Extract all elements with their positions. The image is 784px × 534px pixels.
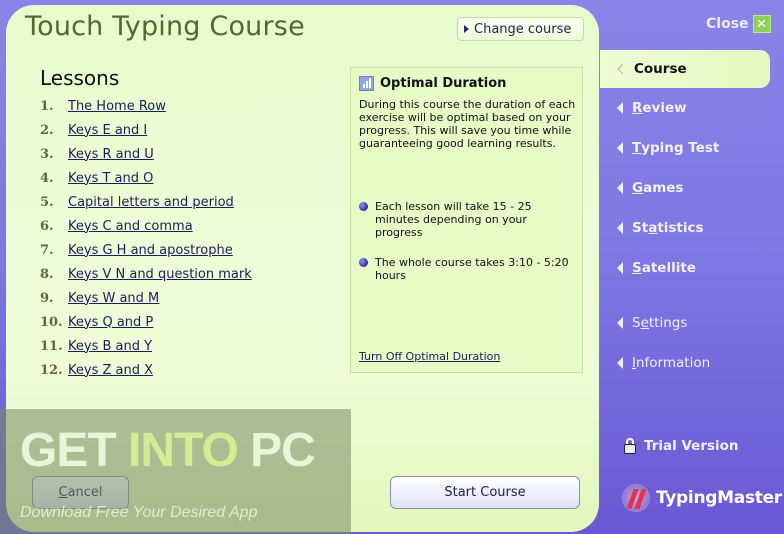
lesson-link[interactable]: Keys C and comma	[68, 219, 193, 234]
triangle-left-icon	[617, 182, 623, 194]
lesson-link[interactable]: Keys T and O	[68, 171, 153, 186]
sidebar-item-settings[interactable]: Se ttings	[600, 304, 770, 342]
lesson-link[interactable]: Keys V N and question mark	[68, 267, 252, 282]
sidebar-item-review[interactable]: Review	[600, 89, 770, 127]
sidebar-item-label: Course	[634, 61, 687, 77]
lesson-item: 12. Keys Z and X	[40, 358, 252, 382]
mnemonic: T	[632, 140, 642, 156]
lesson-number: 7.	[40, 242, 54, 258]
start-course-button[interactable]: Start Course	[390, 476, 580, 509]
sidebar-item-typing-test[interactable]: Typing Test	[600, 129, 770, 167]
lesson-link[interactable]: Keys E and I	[68, 123, 147, 138]
lesson-link[interactable]: Keys Z and X	[68, 363, 153, 378]
lesson-item: 6. Keys C and comma	[40, 214, 252, 238]
mnemonic: G	[632, 180, 644, 196]
bullet-dot-icon	[359, 202, 368, 211]
sidebar-item-course[interactable]: Course	[600, 50, 770, 88]
brand-name: TypingMaster	[656, 488, 782, 508]
lesson-link[interactable]: Keys W and M	[68, 291, 159, 306]
chevron-left-icon	[617, 63, 625, 75]
turn-off-optimal-duration-link[interactable]: Turn Off Optimal Duration	[359, 350, 500, 363]
sidebar-item-label: atellite	[641, 260, 696, 276]
lesson-number: 12.	[40, 362, 63, 378]
brand-logo: TypingMaster	[622, 484, 782, 512]
lesson-item: 3. Keys R and U	[40, 142, 252, 166]
lesson-link[interactable]: The Home Row	[68, 99, 166, 114]
info-bullet: Each lesson will take 15 - 25 minutes de…	[359, 200, 569, 239]
info-title-text: Optimal Duration	[380, 76, 507, 91]
trial-text: Trial Version	[644, 438, 739, 454]
lesson-number: 11.	[40, 338, 63, 354]
lesson-number: 1.	[40, 98, 54, 114]
mnemonic: a	[648, 220, 658, 236]
sidebar-item-label: ttings	[648, 315, 688, 331]
lesson-link[interactable]: Keys B and Y	[68, 339, 152, 354]
lock-icon	[624, 438, 636, 454]
bar-chart-icon	[359, 76, 374, 91]
triangle-left-icon	[617, 142, 623, 154]
cancel-button[interactable]: Cancel	[32, 476, 129, 509]
sidebar-item-label: tistics	[657, 220, 704, 236]
trial-version-label[interactable]: Trial Version	[624, 438, 739, 454]
cancel-mnemonic: C	[58, 485, 68, 500]
sidebar-item-label-pre: St	[632, 220, 649, 236]
bullet-dot-icon	[359, 258, 368, 267]
lesson-number: 4.	[40, 170, 54, 186]
lesson-number: 8.	[40, 266, 54, 282]
sidebar-item-label: ames	[643, 180, 684, 196]
close-button[interactable]: Close ✕	[706, 15, 771, 33]
sidebar-item-label-pre: S	[632, 315, 641, 331]
triangle-left-icon	[617, 317, 623, 329]
lesson-number: 5.	[40, 194, 54, 210]
lesson-item: 8. Keys V N and question mark	[40, 262, 252, 286]
lesson-link[interactable]: Capital letters and period	[68, 195, 234, 210]
typingmaster-logo-icon	[622, 484, 650, 512]
info-title: Optimal Duration	[359, 76, 506, 91]
lesson-item: 2. Keys E and I	[40, 118, 252, 142]
lesson-list: 1. The Home Row 2. Keys E and I 3. Keys R a…	[40, 94, 252, 382]
lesson-item: 7. Keys G H and apostrophe	[40, 238, 252, 262]
lesson-item: 11. Keys B and Y	[40, 334, 252, 358]
bullet-text: The whole course takes 3:10 - 5:20 hours	[375, 256, 569, 282]
lesson-item: 4. Keys T and O	[40, 166, 252, 190]
play-triangle-icon	[464, 25, 469, 33]
page-title: Touch Typing Course	[25, 11, 305, 42]
bullet-text: Each lesson will take 15 - 25 minutes de…	[375, 200, 532, 239]
lesson-number: 9.	[40, 290, 54, 306]
cancel-label-rest: ancel	[67, 485, 103, 500]
mnemonic: e	[640, 315, 649, 331]
sidebar-item-label: nformation	[635, 355, 711, 371]
mnemonic: R	[632, 100, 643, 116]
lesson-item: 5. Capital letters and period	[40, 190, 252, 214]
lesson-item: 1. The Home Row	[40, 94, 252, 118]
close-icon: ✕	[752, 15, 771, 33]
mnemonic: S	[632, 260, 642, 276]
sidebar-item-label: yping Test	[641, 140, 720, 156]
sidebar-item-label: eview	[642, 100, 687, 116]
lesson-number: 6.	[40, 218, 54, 234]
change-course-label: Change course	[474, 21, 572, 37]
lesson-item: 9. Keys W and M	[40, 286, 252, 310]
lesson-link[interactable]: Keys R and U	[68, 147, 154, 162]
sidebar-item-information[interactable]: Information	[600, 344, 770, 382]
info-bullet: The whole course takes 3:10 - 5:20 hours	[359, 256, 569, 282]
triangle-left-icon	[617, 262, 623, 274]
triangle-left-icon	[617, 357, 623, 369]
triangle-left-icon	[617, 222, 623, 234]
triangle-left-icon	[617, 102, 623, 114]
lesson-number: 3.	[40, 146, 54, 162]
info-description: During this course the duration of each …	[359, 98, 576, 150]
lesson-number: 10.	[40, 314, 63, 330]
lesson-item: 10. Keys Q and P	[40, 310, 252, 334]
sidebar-item-games[interactable]: Games	[600, 169, 770, 207]
lesson-link[interactable]: Keys G H and apostrophe	[68, 243, 233, 258]
optimal-duration-box: Optimal Duration During this course the …	[350, 67, 583, 373]
lessons-heading: Lessons	[40, 66, 120, 90]
lesson-link[interactable]: Keys Q and P	[68, 315, 153, 330]
lesson-number: 2.	[40, 122, 54, 138]
sidebar-item-satellite[interactable]: Satellite	[600, 249, 770, 287]
sidebar-item-statistics[interactable]: St a tistics	[600, 209, 770, 247]
close-label: Close	[706, 16, 749, 32]
change-course-button[interactable]: Change course	[457, 17, 584, 41]
